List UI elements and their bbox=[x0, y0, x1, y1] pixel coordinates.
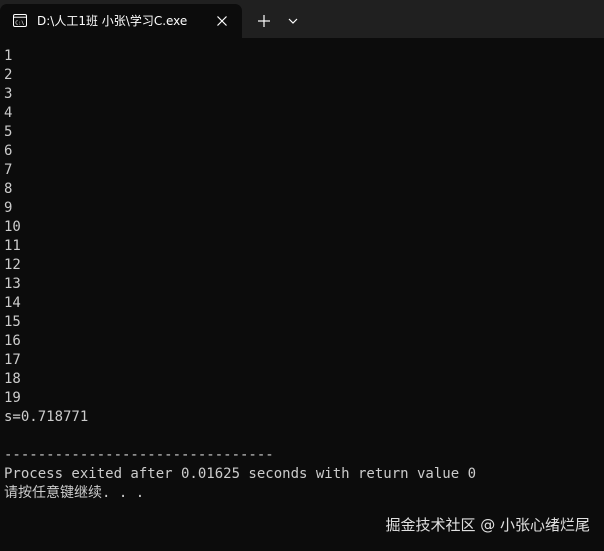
plus-icon[interactable] bbox=[254, 11, 274, 31]
console-line: 18 bbox=[4, 371, 21, 387]
console-line: 1 bbox=[4, 48, 13, 64]
console-line-exit-status: Process exited after 0.01625 seconds wit… bbox=[4, 466, 477, 482]
console-line: 15 bbox=[4, 314, 21, 330]
tab-title: D:\人工1班 小张\学习C.exe bbox=[37, 14, 188, 28]
console-separator: -------------------------------- bbox=[4, 447, 274, 463]
console-line: 13 bbox=[4, 276, 21, 292]
console-line: 10 bbox=[4, 219, 21, 235]
console-line: 2 bbox=[4, 67, 13, 83]
watermark: 掘金技术社区 @ 小张心绪烂尾 bbox=[385, 516, 590, 534]
console-line: 16 bbox=[4, 333, 21, 349]
console-line-prompt: 请按任意键继续. . . bbox=[4, 485, 145, 501]
console-line: 17 bbox=[4, 352, 21, 368]
console-line: 19 bbox=[4, 390, 21, 406]
terminal-icon: C:\ bbox=[13, 14, 27, 27]
console-line: 8 bbox=[4, 181, 13, 197]
console-line: 11 bbox=[4, 238, 21, 254]
console-line: 12 bbox=[4, 257, 21, 273]
close-icon[interactable] bbox=[213, 12, 231, 30]
console-line: 6 bbox=[4, 143, 13, 159]
console-line: 9 bbox=[4, 200, 13, 216]
title-bar: C:\ D:\人工1班 小张\学习C.exe bbox=[0, 0, 604, 38]
console-line: 4 bbox=[4, 105, 13, 121]
console-line: 7 bbox=[4, 162, 13, 178]
chevron-down-icon[interactable] bbox=[283, 11, 303, 31]
console-output[interactable]: 1 2 3 4 5 6 7 8 9 10 11 12 13 14 15 16 1… bbox=[0, 38, 604, 551]
svg-text:C:\: C:\ bbox=[15, 20, 24, 26]
console-line: 14 bbox=[4, 295, 21, 311]
console-line-result: s=0.718771 bbox=[4, 409, 89, 425]
console-line: 3 bbox=[4, 86, 13, 102]
console-line: 5 bbox=[4, 124, 13, 140]
tab-console[interactable]: C:\ D:\人工1班 小张\学习C.exe bbox=[0, 4, 242, 38]
